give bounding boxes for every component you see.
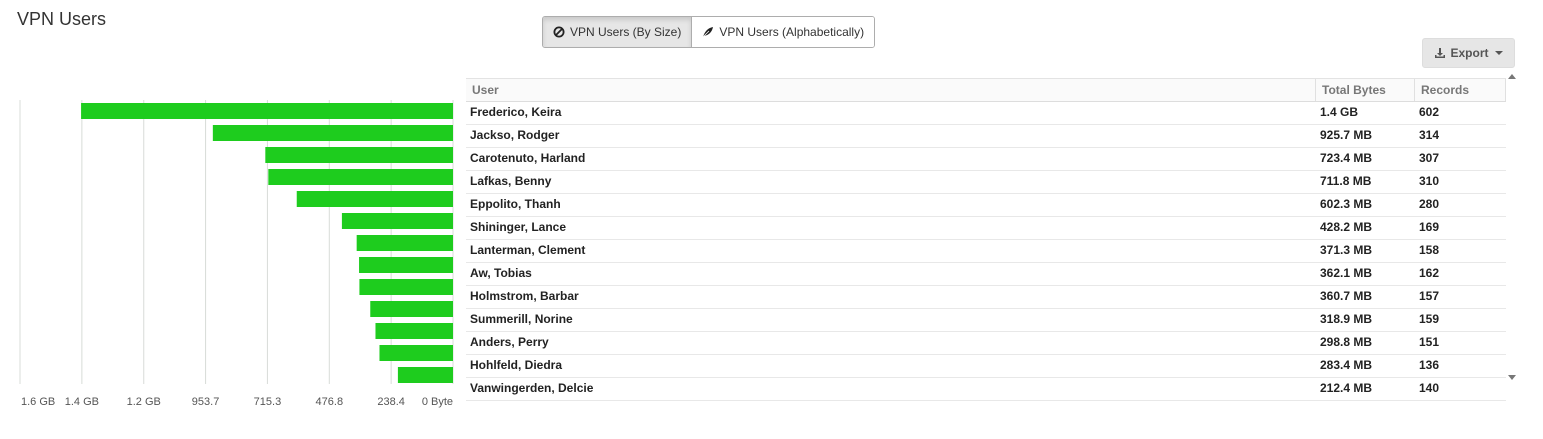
bar-chart-svg: 1.6 GB 1.4 GB 1.2 GB 953.7 715.3 476.8 238.4 0 … xyxy=(19,100,454,408)
cell-records: 307 xyxy=(1419,151,1440,165)
bar[interactable] xyxy=(359,257,453,273)
cell-user: Jackso, Rodger xyxy=(470,128,560,142)
cell-records: 602 xyxy=(1419,105,1440,119)
cell-records: 280 xyxy=(1419,197,1440,211)
bar[interactable] xyxy=(397,367,453,383)
x-tick-label: 715.3 xyxy=(254,396,282,408)
scroll-down-arrow-icon[interactable] xyxy=(1508,375,1516,380)
cell-user: Hohlfeld, Diedra xyxy=(470,358,563,372)
cell-total-bytes: 360.7 MB xyxy=(1320,289,1373,303)
bar[interactable] xyxy=(341,213,453,229)
bar[interactable] xyxy=(268,169,453,185)
cell-total-bytes: 298.8 MB xyxy=(1320,335,1373,349)
by-size-button[interactable]: VPN Users (By Size) xyxy=(543,17,692,47)
table-row[interactable]: Anders, Perry 298.8 MB 151 xyxy=(466,332,1506,355)
table-row[interactable]: Carotenuto, Harland 723.4 MB 307 xyxy=(466,148,1506,171)
bar[interactable] xyxy=(356,235,453,251)
table-row[interactable]: Holmstrom, Barbar 360.7 MB 157 xyxy=(466,286,1506,309)
x-tick-label: 0 Byte xyxy=(422,396,453,408)
cell-records: 310 xyxy=(1419,174,1440,188)
cell-total-bytes: 428.2 MB xyxy=(1320,220,1373,234)
x-tick-label: 1.4 GB xyxy=(65,396,99,408)
table-row[interactable]: Summerill, Norine 318.9 MB 159 xyxy=(466,309,1506,332)
table-row[interactable]: Hohlfeld, Diedra 283.4 MB 136 xyxy=(466,355,1506,378)
cell-records: 151 xyxy=(1419,335,1440,349)
cell-user: Shininger, Lance xyxy=(470,220,567,234)
cell-records: 158 xyxy=(1419,243,1440,257)
cell-user: Lafkas, Benny xyxy=(470,174,552,188)
cell-user: Summerill, Norine xyxy=(470,312,573,326)
users-table: User Total Bytes Records Frederico, Keir… xyxy=(466,78,1506,401)
cell-user: Holmstrom, Barbar xyxy=(470,289,579,303)
bar[interactable] xyxy=(370,301,453,317)
cell-user: Vanwingerden, Delcie xyxy=(470,381,594,395)
export-button[interactable]: Export xyxy=(1422,38,1515,68)
x-tick-label: 476.8 xyxy=(316,396,344,408)
bar[interactable] xyxy=(81,103,454,119)
cell-records: 136 xyxy=(1419,358,1440,372)
chevron-down-icon xyxy=(1494,51,1503,55)
x-tick-label: 1.6 GB xyxy=(21,396,55,408)
cell-user: Frederico, Keira xyxy=(470,105,562,119)
cell-total-bytes: 283.4 MB xyxy=(1320,358,1373,372)
cell-user: Anders, Perry xyxy=(470,335,549,349)
cell-total-bytes: 362.1 MB xyxy=(1320,266,1373,280)
ban-icon xyxy=(553,26,565,38)
bar[interactable] xyxy=(265,147,453,163)
cell-user: Eppolito, Thanh xyxy=(470,197,561,211)
table-body: Frederico, Keira 1.4 GB 602 Jackso, Rodger 9… xyxy=(466,102,1506,401)
bar[interactable] xyxy=(212,125,453,141)
x-tick-label: 238.4 xyxy=(377,396,405,408)
leaf-icon xyxy=(703,27,714,38)
cell-total-bytes: 371.3 MB xyxy=(1320,243,1373,257)
cell-total-bytes: 602.3 MB xyxy=(1320,197,1373,211)
bar[interactable] xyxy=(375,323,453,339)
cell-user: Lanterman, Clement xyxy=(470,243,586,257)
column-header-records[interactable]: Records xyxy=(1415,79,1506,101)
cell-records: 140 xyxy=(1419,381,1440,395)
page-title: VPN Users xyxy=(17,9,107,29)
table-row[interactable]: Jackso, Rodger 925.7 MB 314 xyxy=(466,125,1506,148)
column-header-user[interactable]: User xyxy=(466,79,1316,101)
cell-total-bytes: 318.9 MB xyxy=(1320,312,1373,326)
x-tick-label: 1.2 GB xyxy=(127,396,161,408)
cell-records: 159 xyxy=(1419,312,1440,326)
cell-records: 314 xyxy=(1419,128,1440,142)
bytes-chart: 1.6 GB 1.4 GB 1.2 GB 953.7 715.3 476.8 238.4 0 … xyxy=(0,78,466,418)
cell-total-bytes: 711.8 MB xyxy=(1320,174,1372,188)
cell-total-bytes: 723.4 MB xyxy=(1320,151,1373,165)
bar[interactable] xyxy=(359,279,453,295)
export-label: Export xyxy=(1450,46,1489,60)
cell-total-bytes: 925.7 MB xyxy=(1320,128,1373,142)
table-row[interactable]: Frederico, Keira 1.4 GB 602 xyxy=(466,102,1506,125)
alphabetical-button[interactable]: VPN Users (Alphabetically) xyxy=(691,17,875,47)
scroll-up-arrow-icon[interactable] xyxy=(1508,74,1516,79)
view-toggle: VPN Users (By Size) VPN Users (Alphabeti… xyxy=(542,16,876,48)
bar[interactable] xyxy=(296,191,453,207)
cell-user: Carotenuto, Harland xyxy=(470,151,586,165)
download-icon xyxy=(1435,48,1446,58)
cell-records: 169 xyxy=(1419,220,1440,234)
table-row[interactable]: Lafkas, Benny 711.8 MB 310 xyxy=(466,171,1506,194)
cell-user: Aw, Tobias xyxy=(470,266,532,280)
table-row[interactable]: Vanwingerden, Delcie 212.4 MB 140 xyxy=(466,378,1506,401)
alphabetical-label: VPN Users (Alphabetically) xyxy=(719,25,865,39)
cell-total-bytes: 212.4 MB xyxy=(1320,381,1373,395)
x-tick-label: 953.7 xyxy=(192,396,220,408)
table-header: User Total Bytes Records xyxy=(466,79,1506,102)
cell-records: 162 xyxy=(1419,266,1440,280)
column-header-total-bytes[interactable]: Total Bytes xyxy=(1316,79,1415,101)
by-size-label: VPN Users (By Size) xyxy=(570,25,682,39)
cell-records: 157 xyxy=(1419,289,1440,303)
cell-total-bytes: 1.4 GB xyxy=(1320,105,1359,119)
table-row[interactable]: Eppolito, Thanh 602.3 MB 280 xyxy=(466,194,1506,217)
table-row[interactable]: Aw, Tobias 362.1 MB 162 xyxy=(466,263,1506,286)
bar[interactable] xyxy=(379,345,453,361)
table-row[interactable]: Shininger, Lance 428.2 MB 169 xyxy=(466,217,1506,240)
table-row[interactable]: Lanterman, Clement 371.3 MB 158 xyxy=(466,240,1506,263)
